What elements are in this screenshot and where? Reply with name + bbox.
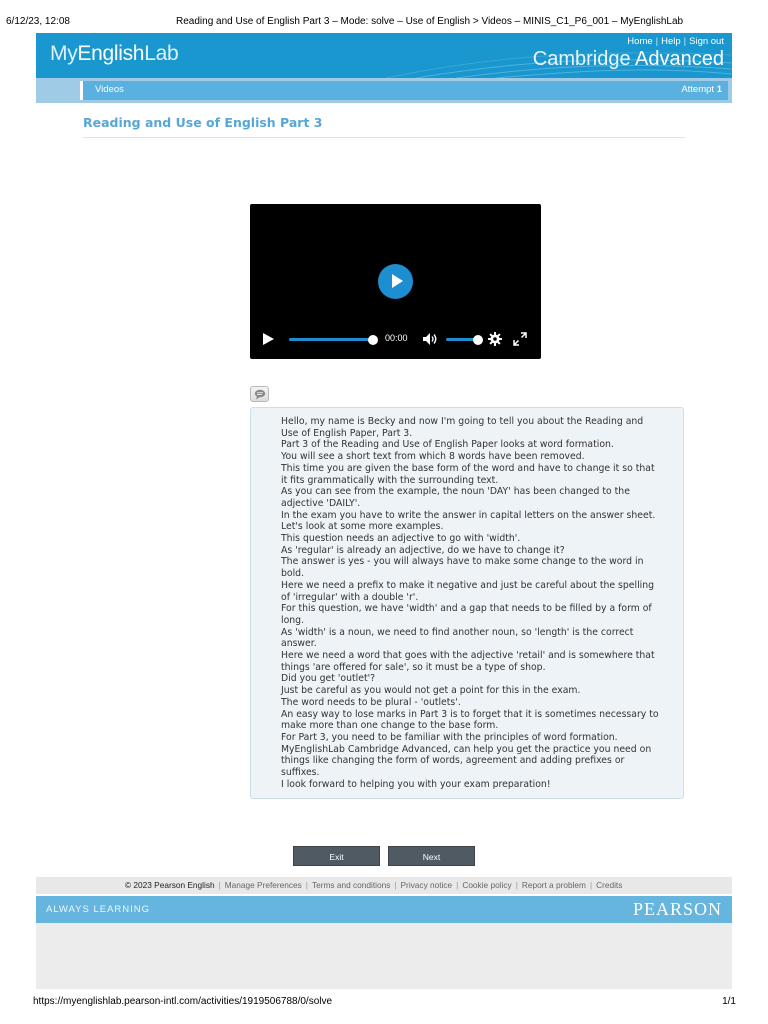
transcript-line: Let's look at some more examples.: [281, 521, 444, 533]
transcript-line: Just be careful as you would not get a p…: [281, 685, 581, 697]
print-timestamp: 6/12/23, 12:08: [6, 16, 70, 27]
print-document-title: Reading and Use of English Part 3 – Mode…: [176, 16, 684, 27]
link-separator: |: [655, 36, 659, 47]
play-icon[interactable]: [263, 333, 274, 345]
pearson-logo: PEARSON: [632, 899, 722, 919]
legal-separator: |: [218, 880, 221, 890]
logo-suffix: Lab: [144, 42, 179, 65]
progress-slider[interactable]: [289, 334, 378, 345]
transcript-line: I look forward to helping you with your …: [281, 778, 551, 790]
transcript-panel: Hello, my name is Becky and now I'm goin…: [250, 407, 684, 799]
time-display: 00:00: [385, 333, 408, 343]
transcript-line: In the exam you have to write the answer…: [281, 509, 656, 521]
home-link[interactable]: Home: [627, 36, 652, 47]
transcript-line: For this question, we have 'width' and a…: [281, 603, 652, 626]
link-separator: |: [683, 36, 687, 47]
transcript-toggle-button[interactable]: [250, 386, 269, 402]
volume-slider[interactable]: [446, 334, 483, 345]
cookie-policy-link[interactable]: Cookie policy: [462, 880, 511, 890]
transcript-line: Hello, my name is Becky and now I'm goin…: [281, 416, 644, 439]
footer-spacer: [36, 923, 732, 989]
copyright-text: © 2023 Pearson English: [125, 880, 215, 890]
legal-separator: |: [394, 880, 397, 890]
logo-prefix: My: [50, 42, 78, 65]
title-divider: [83, 137, 685, 138]
transcript-line: This time you are given the base form of…: [281, 462, 655, 486]
help-link[interactable]: Help: [661, 36, 681, 47]
nav-bar: Videos Attempt 1: [36, 78, 732, 103]
speech-bubble-icon: [254, 389, 266, 400]
sign-out-link[interactable]: Sign out: [689, 36, 724, 47]
always-learning-tagline: ALWAYS LEARNING: [46, 904, 151, 915]
transcript-line: As 'regular' is already an adjective, do…: [281, 544, 565, 556]
attempt-label: Attempt: [681, 84, 715, 95]
transcript-line: Here we need a prefix to make it negativ…: [281, 579, 655, 603]
privacy-link[interactable]: Privacy notice: [401, 880, 453, 890]
video-player[interactable]: 00:00: [250, 204, 541, 359]
breadcrumb-videos[interactable]: Videos: [95, 84, 124, 95]
transcript-lines: Hello, my name is Becky and now I'm goin…: [281, 416, 661, 791]
big-play-button[interactable]: [378, 264, 413, 299]
transcript-line: Part 3 of the Reading and Use of English…: [281, 439, 614, 451]
volume-handle[interactable]: [473, 334, 483, 345]
next-button[interactable]: Next: [388, 846, 475, 866]
legal-row: © 2023 Pearson English | Manage Preference…: [125, 880, 622, 890]
transcript-line: As you can see from the example, the nou…: [281, 486, 630, 509]
attempt-indicator: Attempt 1: [681, 84, 722, 95]
transcript-line: MyEnglishLab Cambridge Advanced, can hel…: [281, 743, 652, 779]
volume-icon[interactable]: [422, 332, 438, 346]
credits-link[interactable]: Credits: [596, 880, 622, 890]
product-prefix: Cambridge: [532, 48, 631, 70]
legal-separator: |: [515, 880, 518, 890]
print-url: https://myenglishlab.pearson-intl.com/ac…: [33, 996, 333, 1007]
fullscreen-icon[interactable]: [513, 332, 527, 346]
exit-button[interactable]: Exit: [293, 846, 380, 866]
transcript-line: As 'width' is a noun, we need to find an…: [281, 626, 634, 650]
transcript-line: The word needs to be plural - 'outlets'.: [281, 696, 461, 708]
transcript-line: The answer is yes - you will always have…: [281, 556, 644, 580]
gear-icon[interactable]: [488, 332, 502, 346]
print-page-number: 1/1: [722, 996, 736, 1007]
transcript-line: Did you get 'outlet'?: [281, 673, 376, 685]
legal-separator: |: [456, 880, 459, 890]
attempt-number: 1: [716, 84, 722, 95]
print-header: 6/12/23, 12:08 Reading and Use of Englis…: [0, 14, 768, 30]
header-banner: MyEnglishLab Home | Help | Sign out Cambridg…: [36, 33, 732, 78]
product-main: Advanced: [635, 48, 724, 70]
product-name: Cambridge Advanced: [533, 48, 724, 71]
report-problem-link[interactable]: Report a problem: [522, 880, 586, 890]
video-controls: 00:00: [250, 328, 541, 350]
app-frame: MyEnglishLab Home | Help | Sign out Cambridg…: [36, 33, 732, 989]
transcript-line: This question needs an adjective to go w…: [281, 533, 521, 545]
legal-separator: |: [589, 880, 593, 890]
transcript-line: An easy way to lose marks in Part 3 is t…: [281, 708, 659, 732]
legal-separator: |: [305, 880, 308, 890]
logo-main: English: [77, 42, 145, 65]
page-title: Reading and Use of English Part 3: [83, 115, 323, 130]
progress-handle[interactable]: [368, 334, 378, 345]
top-links: Home | Help | Sign out: [627, 36, 724, 47]
manage-preferences-link[interactable]: Manage Preferences: [225, 880, 302, 890]
legal-bar: © 2023 Pearson English | Manage Preference…: [36, 877, 732, 894]
myenglishlab-logo[interactable]: MyEnglishLab: [50, 42, 179, 66]
terms-link[interactable]: Terms and conditions: [312, 880, 390, 890]
print-footer: https://myenglishlab.pearson-intl.com/ac…: [0, 996, 768, 1010]
nav-inner: Videos Attempt 1: [80, 81, 728, 100]
transcript-line: For Part 3, you need to be familiar with…: [281, 731, 618, 743]
transcript-line: Here we need a word that goes with the a…: [281, 650, 655, 673]
pearson-bar: ALWAYS LEARNING PEARSON: [36, 896, 732, 923]
transcript-line: You will see a short text from which 8 w…: [281, 451, 585, 463]
